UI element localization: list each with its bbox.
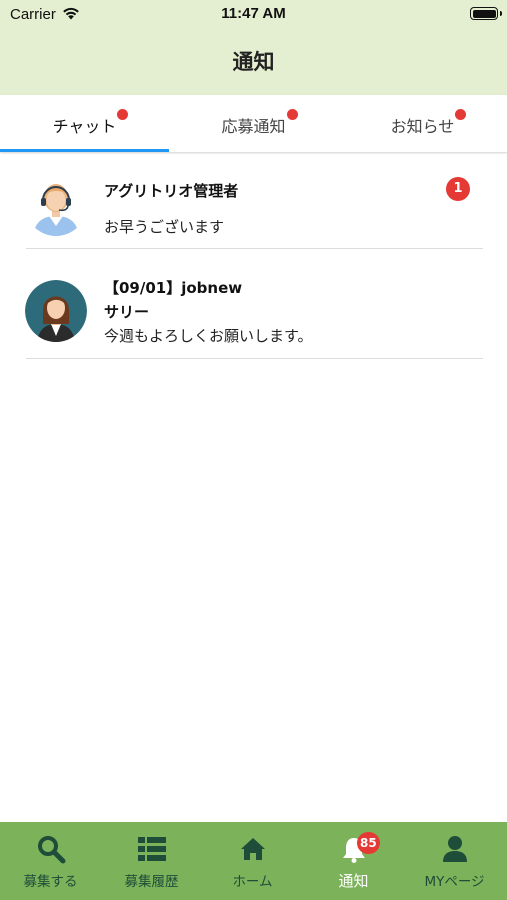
chat-title: アグリトリオ管理者 bbox=[104, 182, 239, 200]
tab-announcements-dot bbox=[455, 109, 467, 120]
chat-item[interactable]: アグリトリオ管理者 お早うございます 1 bbox=[0, 152, 507, 249]
chat-message: お早うございます bbox=[104, 218, 225, 236]
tab-announcements[interactable]: お知らせ bbox=[338, 95, 507, 152]
support-agent-avatar bbox=[25, 174, 87, 236]
tab-application-dot bbox=[286, 109, 298, 120]
divider bbox=[26, 358, 483, 359]
nav-recruit-label: 募集する bbox=[23, 874, 78, 890]
home-icon bbox=[240, 838, 265, 860]
nav-recruit[interactable]: 募集する bbox=[0, 822, 101, 900]
chat-item[interactable]: 【09/01】jobnew サリー 今週もよろしくお願いします。 bbox=[0, 249, 507, 359]
bottom-nav: 募集する 募集履歴 ホーム 85 通知 MYページ bbox=[0, 822, 507, 900]
top-bar: Carrier 11:47 AM 通知 bbox=[0, 0, 507, 95]
tab-chat-label: チャット bbox=[52, 117, 117, 136]
tab-chat-dot bbox=[117, 109, 129, 120]
chat-title: 【09/01】jobnew bbox=[104, 279, 243, 297]
battery-icon bbox=[470, 7, 502, 20]
tab-chat[interactable]: チャット bbox=[0, 95, 169, 152]
clock: 11:47 AM bbox=[221, 5, 286, 22]
tab-application-label: 応募通知 bbox=[221, 117, 286, 136]
page-title: 通知 bbox=[232, 50, 275, 74]
user-icon bbox=[442, 836, 467, 862]
nav-history[interactable]: 募集履歴 bbox=[101, 822, 202, 900]
nav-home[interactable]: ホーム bbox=[202, 822, 303, 900]
list-icon bbox=[137, 837, 166, 861]
chat-sender: サリー bbox=[104, 303, 150, 321]
tab-bar: チャット 応募通知 お知らせ bbox=[0, 95, 507, 152]
unread-badge: 1 bbox=[446, 177, 470, 201]
nav-home-label: ホーム bbox=[232, 874, 273, 890]
tab-application-notices[interactable]: 応募通知 bbox=[169, 95, 338, 152]
nav-history-label: 募集履歴 bbox=[124, 874, 179, 890]
woman-avatar bbox=[25, 280, 87, 342]
search-icon bbox=[37, 836, 65, 864]
notification-count-badge: 85 bbox=[357, 832, 380, 854]
status-bar: Carrier 11:47 AM bbox=[0, 0, 507, 28]
nav-mypage-label: MYページ bbox=[424, 874, 485, 890]
chat-message: 今週もよろしくお願いします。 bbox=[104, 327, 313, 345]
tab-announcements-label: お知らせ bbox=[390, 117, 455, 136]
nav-mypage[interactable]: MYページ bbox=[404, 822, 505, 900]
nav-notifications-label: 通知 bbox=[338, 872, 369, 890]
nav-notifications[interactable]: 85 通知 bbox=[303, 822, 404, 900]
